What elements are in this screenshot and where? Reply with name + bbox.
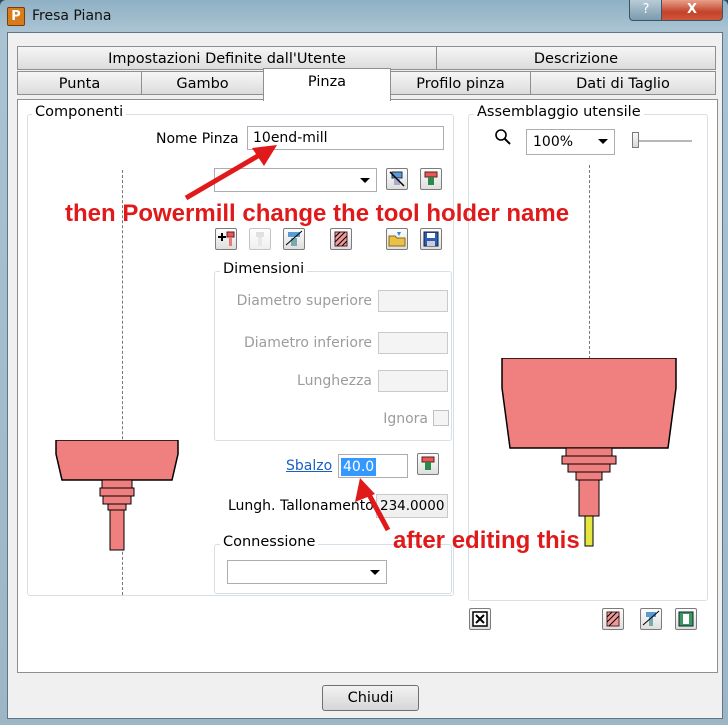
arrow-line-top: [184, 147, 270, 201]
annotation-arrows: [184, 145, 391, 532]
chiudi-button[interactable]: Chiudi: [322, 685, 419, 711]
